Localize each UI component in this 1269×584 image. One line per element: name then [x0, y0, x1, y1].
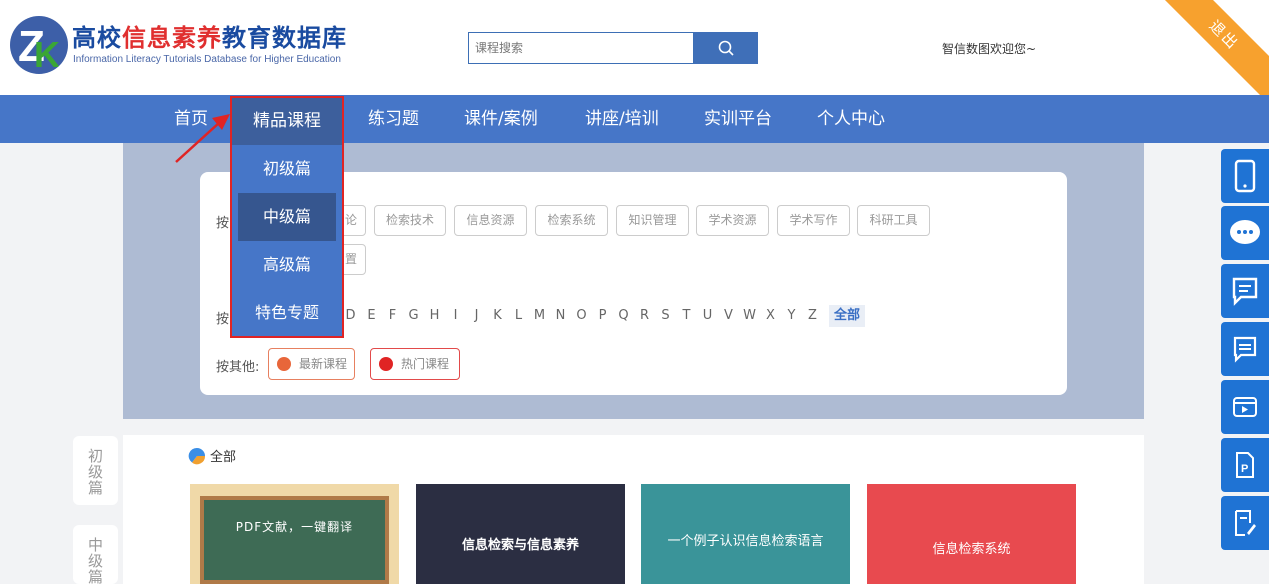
pie-icon [188, 447, 206, 464]
mobile-button[interactable] [1221, 149, 1269, 203]
hot-courses-label: 热门课程 [401, 357, 450, 371]
phone-icon [1234, 159, 1256, 193]
letter-e[interactable]: E [361, 305, 382, 327]
letter-i[interactable]: I [445, 305, 466, 327]
site-title-part1: 高校 [72, 24, 122, 52]
letter-all[interactable]: 全部 [829, 305, 865, 327]
wechat-button[interactable] [1221, 206, 1269, 260]
letter-k[interactable]: K [487, 305, 508, 327]
video-icon [1233, 397, 1257, 417]
nav-lectures[interactable]: 讲座/培训 [585, 95, 659, 143]
course-card[interactable]: PDF文献，一键翻译 [190, 484, 399, 584]
menu-item-beginner[interactable]: 初级篇 [238, 145, 336, 193]
section-title: 全部 [188, 446, 236, 465]
course-card[interactable]: 信息检索与信息素养 [416, 484, 625, 584]
course-card-title: PDF文献，一键翻译 [235, 520, 354, 534]
site-title-part2: 信息素养 [122, 24, 222, 52]
video-button[interactable] [1221, 380, 1269, 434]
letter-x[interactable]: X [760, 305, 781, 327]
letter-o[interactable]: O [571, 305, 592, 327]
category-tag[interactable]: 学术资源 [696, 205, 769, 236]
site-title-part3: 教育数据库 [222, 24, 347, 52]
nav-courses[interactable]: 精品课程 [232, 98, 342, 145]
nav-courseware[interactable]: 课件/案例 [464, 95, 538, 143]
letter-g[interactable]: G [403, 305, 424, 327]
letter-v[interactable]: V [718, 305, 739, 327]
letter-z[interactable]: Z [802, 305, 823, 327]
welcome-text: 智信数图欢迎您~ [942, 42, 1037, 56]
category-tag[interactable]: 信息资源 [454, 205, 527, 236]
menu-item-intermediate[interactable]: 中级篇 [238, 193, 336, 241]
letter-f[interactable]: F [382, 305, 403, 327]
feedback-icon [1232, 277, 1258, 306]
nav-personal[interactable]: 个人中心 [817, 95, 885, 143]
letter-l[interactable]: L [508, 305, 529, 327]
course-card-title: 一个例子认识信息检索语言 [667, 534, 824, 549]
message-button[interactable] [1221, 322, 1269, 376]
header: ZK 高校信息素养教育数据库 Information Literacy Tuto… [0, 0, 1269, 108]
feedback-button[interactable] [1221, 264, 1269, 318]
ppt-button[interactable]: P [1221, 438, 1269, 492]
hot-icon [379, 357, 393, 371]
search-icon [718, 40, 734, 56]
side-tab-intermediate[interactable]: 中级篇 [73, 525, 118, 584]
wechat-icon [1230, 220, 1260, 244]
letter-q[interactable]: Q [613, 305, 634, 327]
blackboard-image [200, 496, 389, 584]
letter-s[interactable]: S [655, 305, 676, 327]
section-title-label: 全部 [210, 450, 237, 465]
letter-j[interactable]: J [466, 305, 487, 327]
letter-y[interactable]: Y [781, 305, 802, 327]
filter-category-label: 按 [216, 216, 230, 231]
edit-icon [1235, 510, 1256, 536]
logout-button[interactable]: 退出 [1151, 0, 1269, 108]
menu-item-advanced[interactable]: 高级篇 [238, 241, 336, 289]
ppt-icon: P [1236, 452, 1254, 478]
letter-n[interactable]: N [550, 305, 571, 327]
courses-dropdown: 精品课程 初级篇 中级篇 高级篇 特色专题 [230, 96, 344, 338]
letter-m[interactable]: M [529, 305, 550, 327]
latest-courses-label: 最新课程 [299, 357, 348, 371]
pointer-arrow-icon [175, 114, 230, 163]
logout-label: 退出 [1205, 16, 1243, 54]
site-logo[interactable]: ZK [10, 16, 68, 74]
svg-text:P: P [1241, 463, 1248, 475]
latest-courses-tag[interactable]: 最新课程 [268, 348, 355, 380]
letter-h[interactable]: H [424, 305, 445, 327]
side-tab-beginner-label: 初级篇 [87, 447, 103, 497]
course-card[interactable]: 一个例子认识信息检索语言 [641, 484, 850, 584]
letter-w[interactable]: W [739, 305, 760, 327]
category-tag[interactable]: 检索技术 [374, 205, 446, 236]
category-tag[interactable]: 科研工具 [857, 205, 930, 236]
side-tab-beginner[interactable]: 初级篇 [73, 436, 118, 505]
nav-training[interactable]: 实训平台 [704, 95, 772, 143]
category-tag[interactable]: 检索系统 [535, 205, 608, 236]
filter-letter-label: 按 [216, 312, 230, 327]
new-icon [277, 357, 291, 371]
letter-r[interactable]: R [634, 305, 655, 327]
side-tab-intermediate-label: 中级篇 [87, 536, 103, 584]
course-card[interactable]: 信息检索系统 [867, 484, 1076, 584]
site-subtitle: Information Literacy Tutorials Database … [73, 54, 341, 65]
menu-item-special[interactable]: 特色专题 [238, 289, 336, 337]
search-input[interactable] [468, 32, 694, 64]
course-card-title: 信息检索系统 [932, 542, 1011, 557]
category-tag[interactable]: 学术写作 [777, 205, 850, 236]
search-bar [468, 32, 758, 64]
letter-p[interactable]: P [592, 305, 613, 327]
letter-u[interactable]: U [697, 305, 718, 327]
course-card-title: 信息检索与信息素养 [461, 538, 579, 553]
letter-filter: D E F G H I J K L M N O P Q R S T U V W … [340, 305, 865, 327]
site-title[interactable]: 高校信息素养教育数据库 [72, 18, 347, 53]
hot-courses-tag[interactable]: 热门课程 [370, 348, 460, 380]
message-icon [1233, 336, 1257, 363]
category-tag[interactable]: 知识管理 [616, 205, 689, 236]
edit-button[interactable] [1221, 496, 1269, 550]
letter-t[interactable]: T [676, 305, 697, 327]
search-button[interactable] [694, 32, 758, 64]
filter-other-label: 按其他: [216, 360, 260, 375]
courses-menu: 初级篇 中级篇 高级篇 特色专题 [232, 145, 342, 336]
nav-exercises[interactable]: 练习题 [368, 95, 419, 143]
